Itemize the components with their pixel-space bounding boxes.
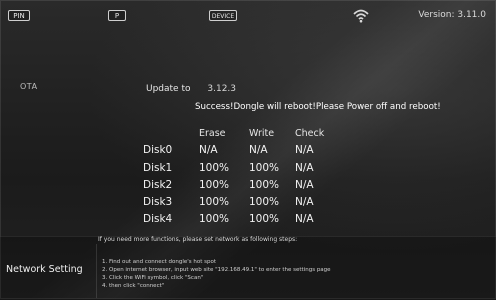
table-row: Disk0 N/A N/A N/A	[143, 144, 383, 160]
success-message: Success!Dongle will reboot!Please Power …	[195, 102, 441, 112]
p-button[interactable]: P	[108, 10, 126, 21]
sidebar-item-ota[interactable]: OTA	[20, 82, 38, 91]
network-setting-steps: 1. Find out and connect dongle's hot spo…	[102, 258, 331, 290]
step-4: 4. then click "connect"	[102, 283, 165, 289]
erase-value: 100%	[199, 179, 230, 191]
version-text: Version: 3.11.0	[418, 10, 486, 20]
disk-name: Disk1	[143, 162, 173, 174]
check-value: N/A	[295, 144, 314, 156]
column-header-write: Write	[249, 128, 275, 139]
table-row: Disk3 100% 100% N/A	[143, 196, 383, 212]
disk-name: Disk2	[143, 179, 173, 191]
check-value: N/A	[295, 179, 314, 191]
disk-name: Disk3	[143, 196, 173, 208]
disk-name: Disk4	[143, 213, 173, 225]
check-value: N/A	[295, 196, 314, 208]
update-row: Update to 3.12.3	[146, 84, 236, 94]
erase-value: N/A	[199, 144, 218, 156]
wifi-icon[interactable]	[352, 8, 370, 24]
check-value: N/A	[295, 162, 314, 174]
column-header-check: Check	[295, 128, 325, 139]
table-row: Disk1 100% 100% N/A	[143, 162, 383, 178]
step-3: 3. Click the WiFi symbol, click "Scan"	[102, 275, 204, 281]
network-divider	[96, 244, 97, 298]
table-row: Disk2 100% 100% N/A	[143, 179, 383, 195]
device-button[interactable]: DEVICE	[209, 10, 237, 21]
update-version: 3.12.3	[207, 84, 237, 94]
disk-name: Disk0	[143, 144, 173, 156]
write-value: 100%	[249, 179, 280, 191]
write-value: N/A	[249, 144, 268, 156]
check-value: N/A	[295, 213, 314, 225]
write-value: 100%	[249, 162, 280, 174]
pin-button[interactable]: PIN	[8, 10, 30, 21]
network-setting-label[interactable]: Network Setting	[6, 264, 83, 275]
column-header-erase: Erase	[199, 128, 226, 139]
network-setting-title: If you need more functions, please set n…	[98, 236, 298, 243]
erase-value: 100%	[199, 213, 230, 225]
top-bar: PIN P DEVICE Version: 3.11.0	[0, 0, 496, 32]
table-row: Disk4 100% 100% N/A	[143, 213, 383, 229]
step-2: 2. Open internet browser, input web site…	[102, 267, 331, 273]
erase-value: 100%	[199, 196, 230, 208]
erase-value: 100%	[199, 162, 230, 174]
write-value: 100%	[249, 196, 280, 208]
update-label: Update to	[146, 84, 191, 94]
step-1: 1. Find out and connect dongle's hot spo…	[102, 259, 217, 265]
write-value: 100%	[249, 213, 280, 225]
